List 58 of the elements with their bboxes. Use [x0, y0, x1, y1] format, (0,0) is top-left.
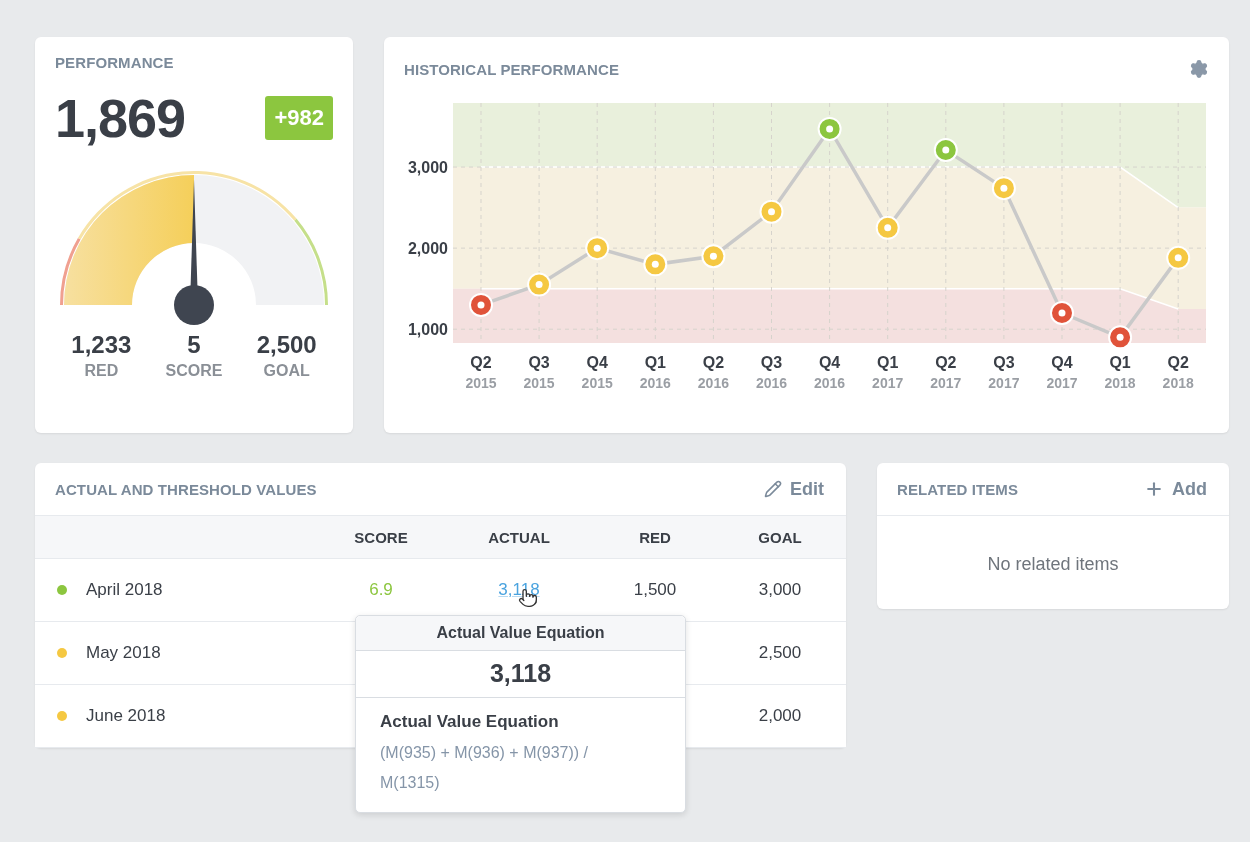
y-tick-label: 2,000: [407, 240, 448, 258]
x-tick-label: Q4: [586, 354, 608, 371]
stat-value: 1,233: [71, 331, 132, 359]
year-label: 2017: [988, 375, 1020, 391]
row-name: June 2018: [86, 706, 166, 726]
x-tick-label: Q2: [1167, 354, 1189, 371]
stat-value: 5: [187, 331, 201, 359]
year-label: 2017: [872, 375, 904, 391]
equation-text: (M(935) + M(936) + M(937)) / M(1315): [380, 743, 590, 793]
x-tick-label: Q2: [935, 354, 957, 371]
stat-label: GOAL: [263, 362, 310, 380]
column-header: RED: [638, 528, 672, 546]
equation-label: Actual Value Equation: [380, 712, 560, 732]
x-tick-label: Q3: [528, 354, 550, 371]
score-value: 6.9: [369, 580, 393, 599]
column-header: GOAL: [757, 528, 803, 546]
card-title: ACTUAL AND THRESHOLD VALUES: [55, 480, 317, 498]
year-label: 2015: [581, 375, 613, 391]
tooltip-value: 3,118: [356, 651, 685, 698]
year-label: 2018: [1104, 375, 1136, 391]
card-title: HISTORICAL PERFORMANCE: [404, 60, 619, 78]
year-label: 2017: [930, 375, 962, 391]
year-label: 2015: [465, 375, 497, 391]
year-label: 2017: [1046, 375, 1078, 391]
performance-value: 1,869: [55, 87, 186, 149]
y-tick-label: 3,000: [407, 159, 448, 177]
x-tick-label: Q1: [877, 354, 899, 371]
x-tick-label: Q3: [993, 354, 1015, 371]
year-label: 2015: [523, 375, 555, 391]
year-label: 2018: [1162, 375, 1194, 391]
year-label: 2016: [697, 375, 729, 391]
row-name: April 2018: [86, 580, 163, 600]
stat-label: SCORE: [165, 362, 223, 380]
y-tick-label: 1,000: [407, 321, 448, 339]
table-cell: 1,500: [633, 580, 677, 599]
x-tick-label: Q4: [1051, 354, 1073, 371]
year-label: 2016: [814, 375, 846, 391]
stat-label: RED: [84, 362, 119, 380]
change-badge: +982: [265, 96, 333, 140]
x-tick-label: Q2: [470, 354, 492, 371]
card-title: RELATED ITEMS: [897, 480, 1019, 498]
column-header: SCORE: [353, 528, 409, 546]
x-tick-label: Q4: [818, 354, 841, 371]
tooltip-title: Actual Value Equation: [356, 616, 685, 651]
year-label: 2016: [639, 375, 671, 391]
x-tick-label: Q1: [644, 354, 666, 371]
column-header: ACTUAL: [487, 528, 551, 546]
x-tick-label: Q1: [1109, 354, 1131, 371]
row-name: May 2018: [86, 643, 161, 663]
table-cell: 3,000: [758, 580, 802, 599]
card-title: PERFORMANCE: [55, 54, 175, 71]
year-label: 2016: [755, 375, 788, 391]
x-tick-label: Q3: [760, 354, 783, 371]
x-tick-label: Q2: [702, 354, 725, 371]
table-cell: 2,500: [758, 643, 802, 662]
table-cell: 2,000: [758, 706, 802, 725]
empty-message: No related items: [986, 553, 1120, 576]
stat-value: 2,500: [256, 331, 317, 359]
